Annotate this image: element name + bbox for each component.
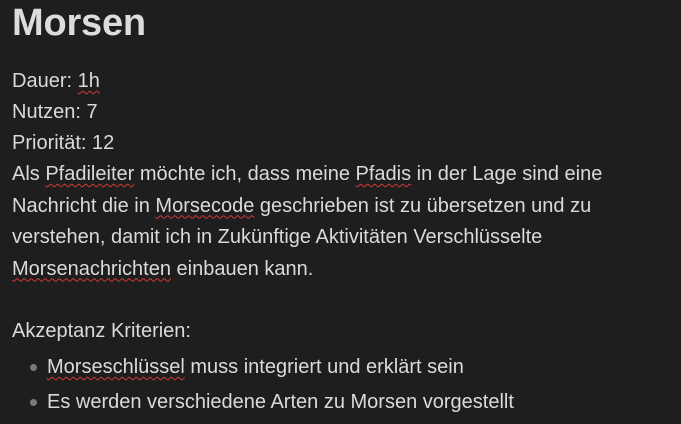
benefit-line: Nutzen: 7: [12, 97, 669, 128]
misspelled-word[interactable]: Morsenachrichten: [12, 258, 171, 280]
misspelled-word[interactable]: Pfadileiter: [45, 163, 134, 185]
priority-value: 12: [92, 132, 115, 154]
acceptance-criteria-heading: Akzeptanz Kriterien:: [12, 320, 191, 342]
list-item: Es werden verschiedene Arten zu Morsen v…: [30, 385, 669, 420]
list-item: Morseschlüssel muss integriert und erklä…: [30, 350, 669, 385]
story-meta: Dauer: 1h Nutzen: 7 Priorität: 12: [12, 66, 669, 159]
duration-line: Dauer: 1h: [12, 66, 669, 97]
acceptance-criteria-list: Morseschlüssel muss integriert und erklä…: [12, 350, 669, 420]
duration-label: Dauer:: [12, 70, 78, 92]
misspelled-word[interactable]: Morsecode: [155, 195, 254, 217]
list-item-text: muss integriert und erklärt sein: [184, 356, 464, 378]
benefit-value: 7: [86, 101, 98, 123]
bullet-icon: [30, 399, 37, 406]
bullet-icon: [30, 364, 37, 371]
benefit-label: Nutzen:: [12, 101, 87, 123]
story-text-part: Als: [12, 163, 46, 185]
story-text-part: möchte ich, dass meine: [134, 163, 356, 185]
user-story-text: Als Pfadileiter möchte ich, dass meine P…: [12, 159, 672, 285]
priority-label: Priorität:: [12, 132, 93, 154]
list-item-text: Es werden verschiedene Arten zu Morsen v…: [47, 391, 514, 413]
duration-value: 1h: [77, 70, 100, 92]
misspelled-word[interactable]: Morseschlüssel: [47, 356, 185, 378]
priority-line: Priorität: 12: [12, 128, 669, 159]
story-text-part: einbauen kann.: [170, 257, 314, 280]
note-page: Morsen Dauer: 1h Nutzen: 7 Priorität: 12…: [0, 0, 681, 424]
page-title: Morsen: [12, 2, 146, 44]
misspelled-word[interactable]: Pfadis: [356, 163, 412, 185]
